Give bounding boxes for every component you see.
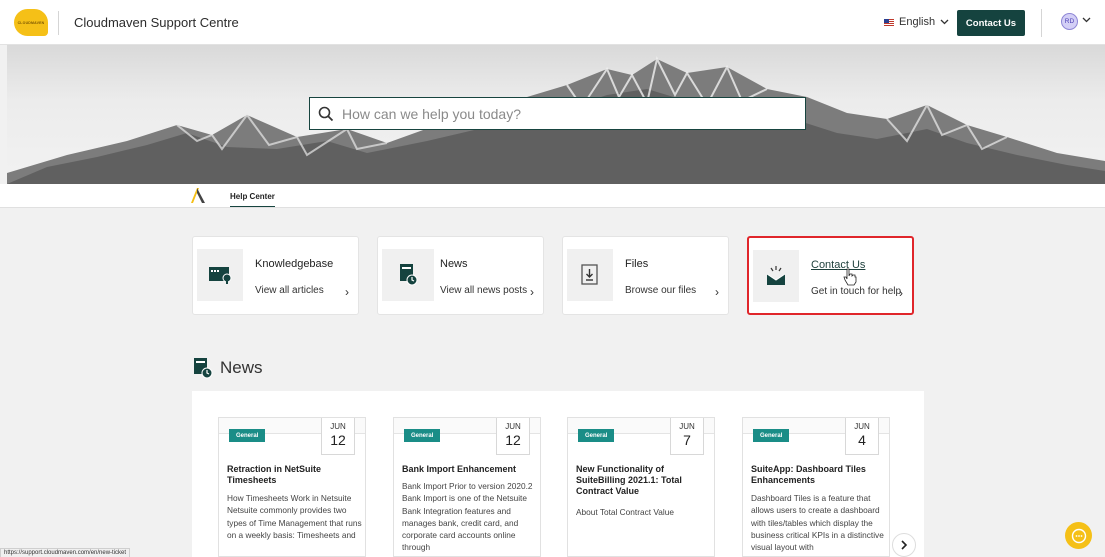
chevron-right-icon: › bbox=[899, 286, 903, 300]
search-input[interactable] bbox=[342, 105, 782, 122]
date-month: JUN bbox=[330, 422, 346, 431]
chevron-right-icon bbox=[901, 540, 908, 550]
header-divider bbox=[1041, 9, 1042, 37]
category-tag: General bbox=[229, 429, 266, 442]
news-item-card[interactable]: General JUN 12 Bank Import Enhancement B… bbox=[393, 417, 541, 557]
news-heading-text: News bbox=[220, 358, 263, 377]
news-excerpt: About Total Contract Value bbox=[576, 507, 674, 517]
card-title: News bbox=[440, 258, 468, 270]
news-icon bbox=[382, 249, 434, 301]
date-badge: JUN 12 bbox=[321, 418, 355, 455]
news-excerpt: Bank Import Prior to version 2020.2 Bank… bbox=[402, 481, 533, 553]
language-label: English bbox=[899, 16, 936, 28]
search-icon bbox=[310, 106, 342, 122]
chevron-down-icon[interactable] bbox=[1082, 15, 1091, 26]
card-subtitle: View all news posts bbox=[440, 285, 528, 296]
search-bar[interactable] bbox=[309, 97, 806, 130]
chevron-down-icon bbox=[940, 17, 949, 28]
card-title: Files bbox=[625, 258, 649, 270]
carousel-next-button[interactable] bbox=[892, 533, 916, 557]
date-day: 7 bbox=[683, 432, 691, 448]
card-subtitle: Get in touch for help bbox=[811, 286, 902, 297]
hand-cursor-icon bbox=[843, 268, 857, 286]
date-badge: JUN 4 bbox=[845, 418, 879, 455]
language-selector[interactable]: English bbox=[884, 16, 949, 28]
card-title: Knowledgebase bbox=[255, 258, 334, 270]
card-title: Contact Us bbox=[811, 259, 866, 271]
date-badge: JUN 12 bbox=[496, 418, 530, 455]
news-excerpt: How Timesheets Work in Netsuite Netsuite… bbox=[227, 493, 362, 540]
news-icon bbox=[194, 358, 213, 379]
us-flag-icon bbox=[884, 18, 894, 26]
news-excerpt: Dashboard Tiles is a feature that allows… bbox=[751, 493, 884, 553]
chevron-right-icon: › bbox=[530, 285, 534, 299]
help-center-tab-bar: Help Center bbox=[0, 184, 1105, 208]
date-badge: JUN 7 bbox=[670, 418, 704, 455]
site-title[interactable]: Cloudmaven Support Centre bbox=[74, 15, 239, 30]
user-avatar[interactable]: RD bbox=[1061, 13, 1078, 30]
news-title: Retraction in NetSuite Timesheets bbox=[227, 464, 322, 485]
news-item-card[interactable]: General JUN 7 New Functionality of Suite… bbox=[567, 417, 715, 557]
news-card[interactable]: News View all news posts › bbox=[377, 236, 544, 315]
logo-text: CLOUDMAVEN bbox=[17, 20, 45, 25]
files-card[interactable]: Files Browse our files › bbox=[562, 236, 729, 315]
news-section-heading: News bbox=[192, 357, 263, 379]
card-subtitle: View all articles bbox=[255, 285, 324, 296]
chevron-right-icon: › bbox=[715, 285, 719, 299]
contact-us-button[interactable]: Contact Us bbox=[957, 10, 1025, 36]
browser-status-bar: https://support.cloudmaven.com/en/new-ti… bbox=[0, 548, 131, 557]
chat-widget-button[interactable] bbox=[1065, 522, 1092, 549]
news-title: SuiteApp: Dashboard Tiles Enhancements bbox=[751, 464, 866, 485]
top-navigation-bar: CLOUDMAVEN Cloudmaven Support Centre Eng… bbox=[0, 0, 1105, 45]
news-title: Bank Import Enhancement bbox=[402, 464, 517, 474]
card-subtitle: Browse our files bbox=[625, 285, 697, 296]
download-file-icon bbox=[567, 249, 613, 301]
date-month: JUN bbox=[505, 422, 521, 431]
envelope-icon bbox=[753, 250, 799, 302]
news-item-card[interactable]: General JUN 4 SuiteApp: Dashboard Tiles … bbox=[742, 417, 890, 557]
category-tag: General bbox=[404, 429, 441, 442]
header-divider bbox=[58, 11, 59, 35]
category-tag: General bbox=[578, 429, 615, 442]
help-center-logo-icon bbox=[191, 188, 205, 203]
news-item-card[interactable]: General JUN 12 Retraction in NetSuite Ti… bbox=[218, 417, 366, 557]
date-day: 4 bbox=[858, 432, 866, 448]
contact-us-card[interactable]: Contact Us Get in touch for help › bbox=[747, 236, 914, 315]
date-month: JUN bbox=[854, 422, 870, 431]
knowledgebase-icon bbox=[197, 249, 243, 301]
date-day: 12 bbox=[330, 432, 346, 448]
cloudmaven-logo[interactable]: CLOUDMAVEN bbox=[14, 9, 48, 36]
knowledgebase-card[interactable]: Knowledgebase View all articles › bbox=[192, 236, 359, 315]
tab-help-center[interactable]: Help Center bbox=[230, 192, 275, 207]
chat-bubble-icon bbox=[1071, 528, 1086, 543]
chevron-right-icon: › bbox=[345, 285, 349, 299]
date-month: JUN bbox=[679, 422, 695, 431]
category-tag: General bbox=[753, 429, 790, 442]
news-title: New Functionality of SuiteBilling 2021.1… bbox=[576, 464, 682, 496]
date-day: 12 bbox=[505, 432, 521, 448]
